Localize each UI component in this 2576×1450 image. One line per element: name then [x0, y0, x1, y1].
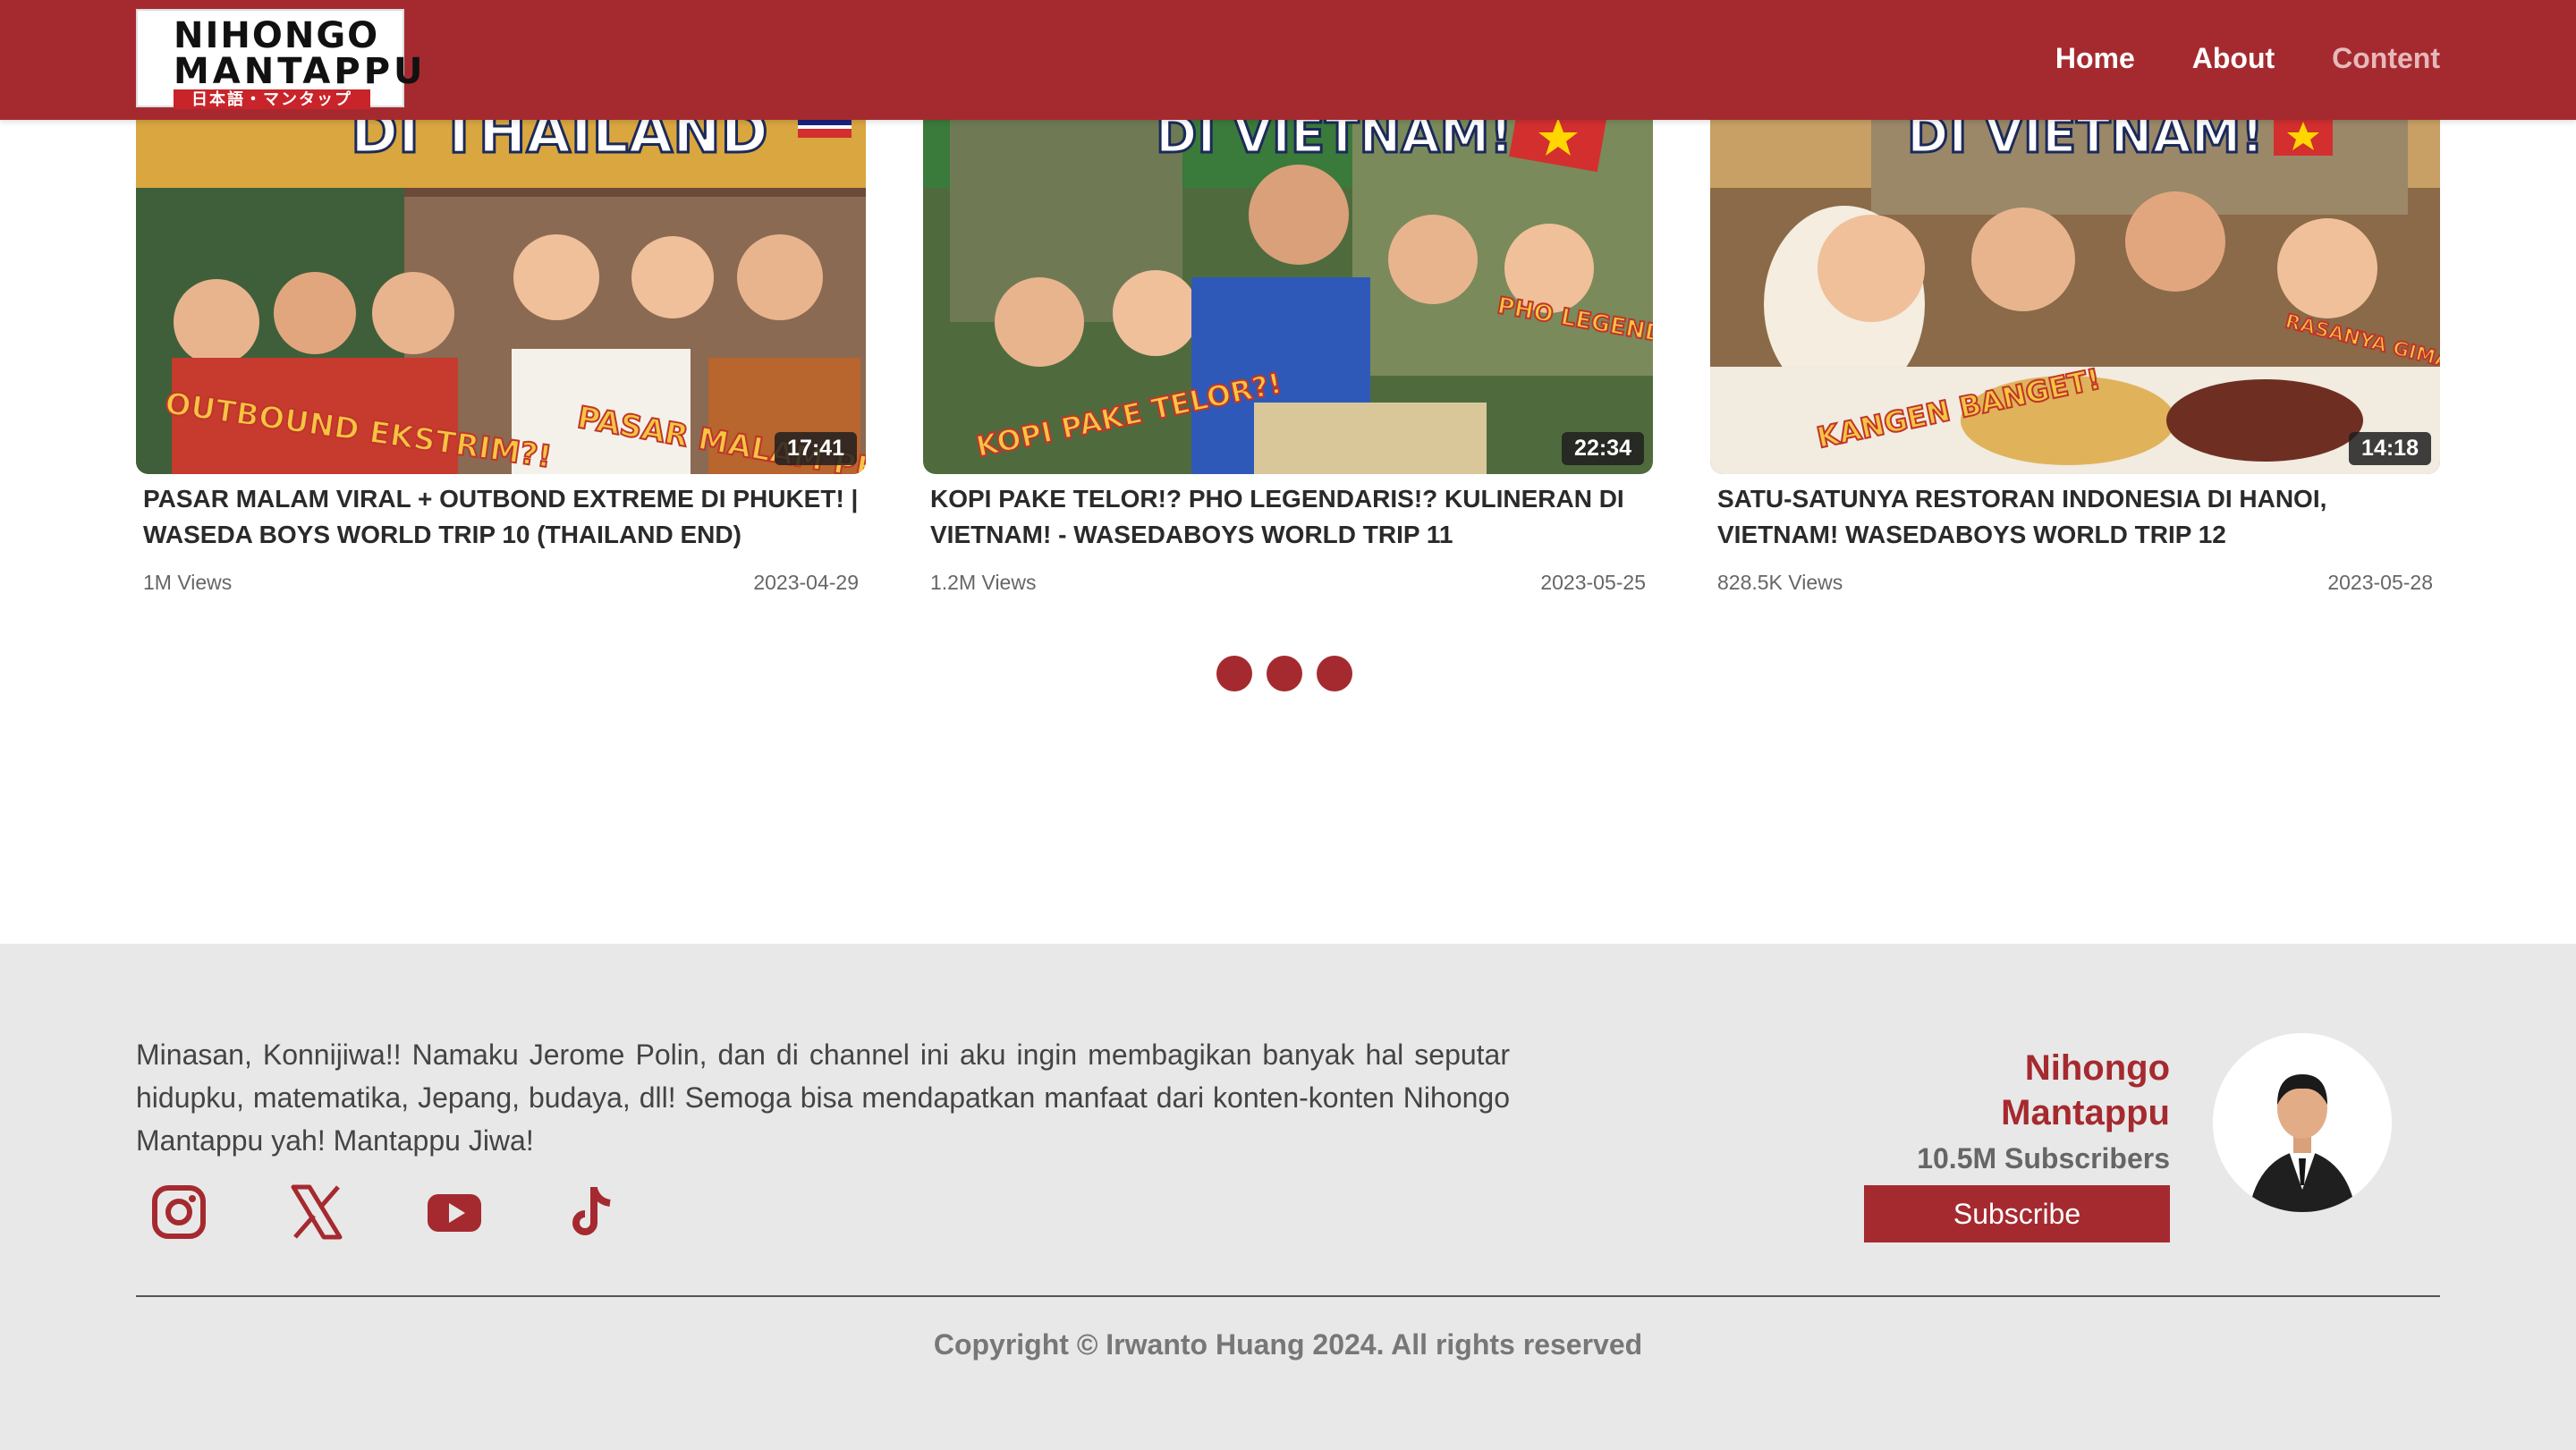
x-icon[interactable]: [288, 1183, 345, 1241]
tiktok-icon[interactable]: [564, 1183, 621, 1241]
subscribe-button[interactable]: Subscribe: [1864, 1185, 2170, 1242]
carousel-dot[interactable]: [1317, 656, 1352, 691]
about-text: Minasan, Konnijiwa!! Namaku Jerome Polin…: [136, 1039, 1510, 1157]
social-links: [150, 1183, 621, 1241]
video-duration: 22:34: [1562, 432, 1644, 465]
navbar: NIHONGO MANTAPPU 日本語・マンタップ Home About Co…: [0, 0, 2576, 120]
video-title[interactable]: KOPI PAKE TELOR!? PHO LEGENDARIS!? KULIN…: [930, 481, 1646, 556]
subscriber-count: 10.5M Subscribers: [1917, 1142, 2170, 1174]
video-date: 2023-05-28: [2327, 571, 2433, 594]
video-date: 2023-04-29: [753, 571, 859, 594]
channel-name[interactable]: Nihongo Mantappu: [1864, 1046, 2170, 1135]
carousel-dot[interactable]: [1267, 656, 1302, 691]
carousel-dot[interactable]: [1216, 656, 1252, 691]
instagram-icon[interactable]: [150, 1183, 208, 1241]
logo-text-bottom: 日本語・マンタップ: [174, 89, 370, 109]
copyright: Copyright © Irwanto Huang 2024. All righ…: [933, 1328, 1643, 1361]
nav-home[interactable]: Home: [2055, 42, 2135, 75]
video-views: 1M Views: [143, 571, 233, 594]
carousel-dots: [1216, 656, 1352, 691]
video-meta: 1.2M Views 2023-05-25: [930, 571, 1646, 595]
footer: Minasan, Konnijiwa!! Namaku Jerome Polin…: [0, 944, 2576, 1450]
video-card[interactable]: DI VIETNAM! KANGEN BANGET! RASANYA GIMAN…: [1710, 54, 2440, 595]
youtube-icon[interactable]: [426, 1183, 483, 1241]
video-title[interactable]: PASAR MALAM VIRAL + OUTBOND EXTREME DI P…: [143, 481, 859, 556]
video-title[interactable]: SATU-SATUNYA RESTORAN INDONESIA DI HANOI…: [1717, 481, 2433, 556]
video-meta: 828.5K Views 2023-05-28: [1717, 571, 2433, 595]
video-views: 828.5K Views: [1717, 571, 1843, 594]
logo-text-middle: MANTAPPU: [174, 51, 427, 92]
video-carousel: DI THAILAND OUTBOUND EKSTRIM?! PASAR MAL…: [136, 54, 2440, 608]
video-card[interactable]: DI VIETNAM! KOPI PAKE TELOR?! PHO LEGEND…: [923, 54, 1653, 595]
nav-content[interactable]: Content: [2332, 42, 2440, 75]
nav-links: Home About Content: [2055, 0, 2440, 116]
video-meta: 1M Views 2023-04-29: [143, 571, 859, 595]
channel-info: Nihongo Mantappu 10.5M Subscribers Subsc…: [1864, 1046, 2170, 1242]
video-duration: 17:41: [775, 432, 857, 465]
logo-text-top: NIHONGO: [174, 15, 380, 56]
video-card[interactable]: DI THAILAND OUTBOUND EKSTRIM?! PASAR MAL…: [136, 54, 866, 595]
nav-about[interactable]: About: [2192, 42, 2275, 75]
video-duration: 14:18: [2349, 432, 2431, 465]
video-date: 2023-05-25: [1540, 571, 1646, 594]
video-views: 1.2M Views: [930, 571, 1037, 594]
avatar[interactable]: [2213, 1033, 2392, 1212]
logo[interactable]: NIHONGO MANTAPPU 日本語・マンタップ: [136, 9, 423, 109]
footer-divider: [136, 1295, 2440, 1297]
